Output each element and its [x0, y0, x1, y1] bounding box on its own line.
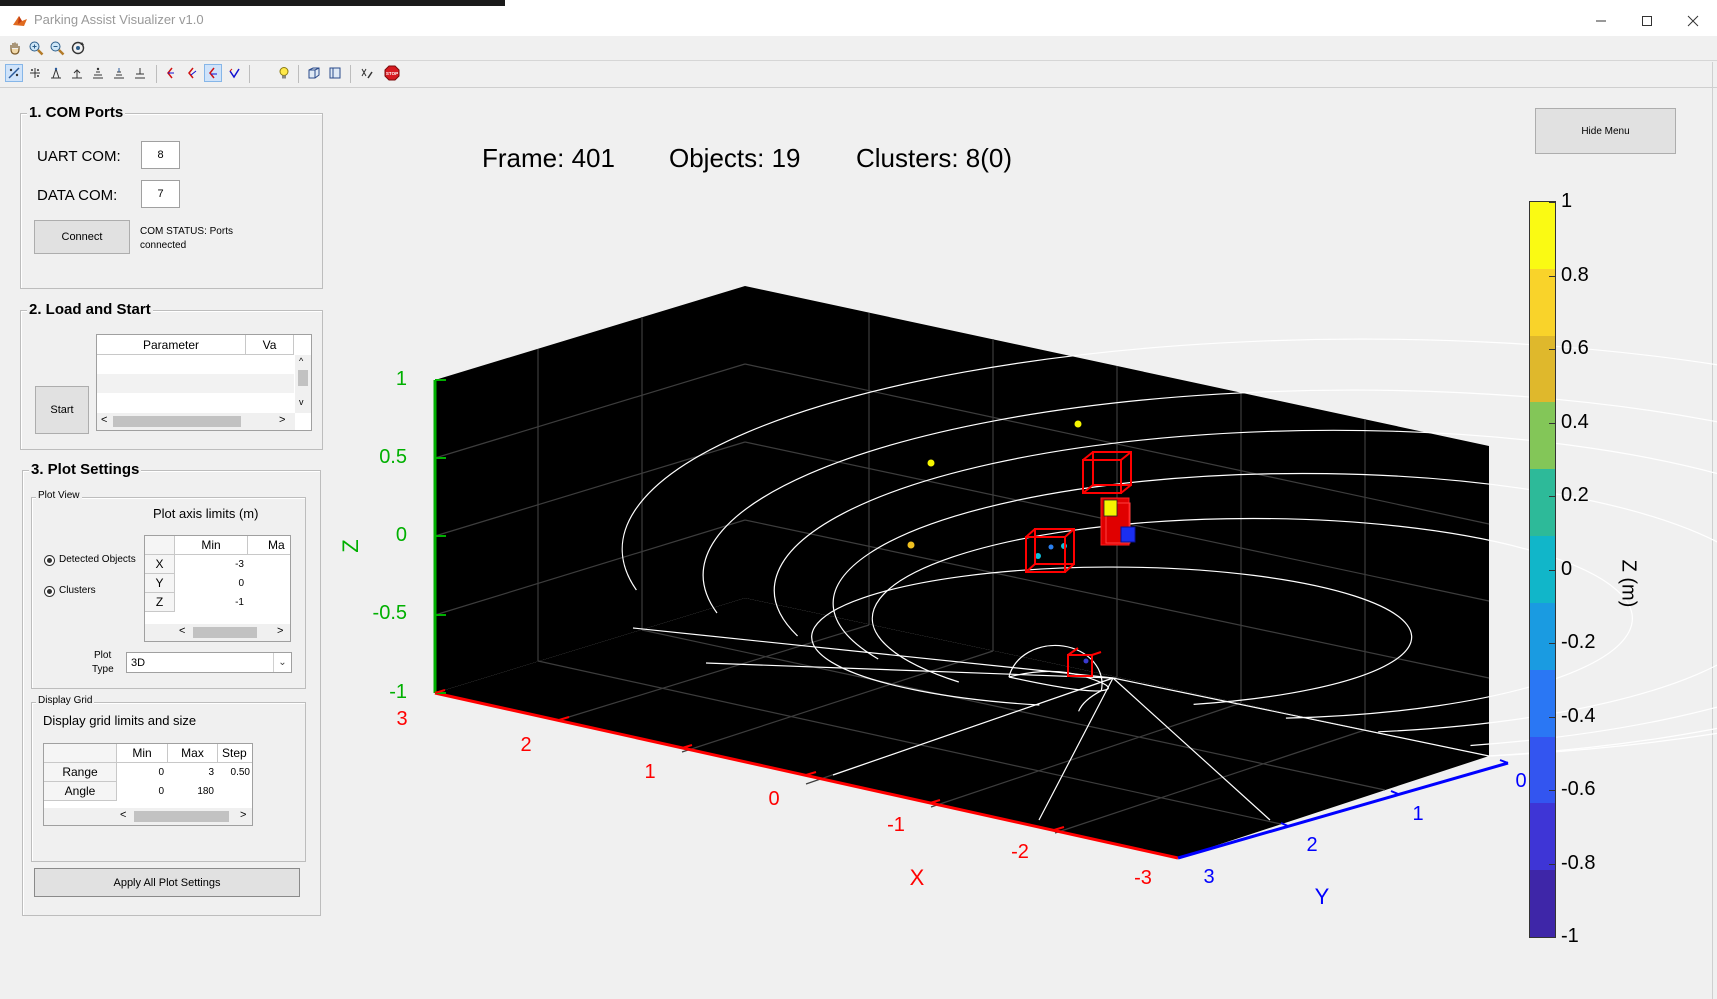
- x-tick-label: 2: [520, 734, 531, 756]
- colorbar-tick-label: 1: [1561, 190, 1573, 212]
- colorbar-tick-label: -0.4: [1561, 704, 1596, 727]
- colorbar-tick-label: 0.2: [1561, 484, 1589, 506]
- colorbar-tick-label: 0.4: [1561, 410, 1589, 433]
- x-tick-label: -1: [887, 814, 905, 836]
- colorbar-tick-label: -0.8: [1561, 851, 1596, 874]
- y-tick-label: 3: [1203, 866, 1214, 888]
- colorbar-band: [1530, 870, 1555, 937]
- z-tick-label: -0.5: [373, 602, 407, 624]
- x-tick-label: 1: [644, 761, 655, 783]
- colorbar-tick: [1549, 937, 1555, 938]
- x-tick-label: 0: [768, 788, 779, 810]
- colorbar-tick: [1549, 275, 1555, 277]
- colorbar-band: [1530, 402, 1555, 470]
- colorbar-tick-label: 0.8: [1561, 263, 1589, 286]
- y-tick-label: 0: [1515, 770, 1526, 792]
- y-tick-label: 1: [1412, 803, 1423, 825]
- colorbar-tick: [1549, 790, 1555, 791]
- y-axis-label: Y: [1315, 884, 1330, 909]
- colorbar-tick-label: 0: [1561, 557, 1573, 580]
- colorbar-label: Z (m): [1617, 559, 1640, 608]
- colorbar-tick: [1549, 569, 1555, 571]
- colorbar-band: [1530, 268, 1555, 336]
- detected-point: [1074, 420, 1082, 428]
- z-axis-label: Z: [338, 539, 363, 552]
- colorbar-tick: [1549, 643, 1555, 644]
- colorbar-band: [1530, 602, 1555, 670]
- x-tick-label: -3: [1134, 867, 1152, 889]
- z-tick-label: 0.5: [379, 446, 407, 468]
- colorbar-band: [1530, 803, 1555, 871]
- detected-point: [927, 459, 935, 467]
- colorbar-tick: [1549, 349, 1555, 350]
- x-tick-label: -2: [1011, 841, 1029, 863]
- z-tick-label: 0: [396, 524, 407, 546]
- colorbar-band: [1530, 469, 1555, 537]
- colorbar-tick: [1549, 422, 1555, 424]
- detected-point: [1083, 658, 1089, 664]
- z-tick-label: 1: [396, 368, 407, 390]
- z-tick-label: -1: [389, 681, 407, 703]
- colorbar-tick-label: -0.2: [1561, 631, 1596, 653]
- colorbar-band: [1530, 736, 1555, 804]
- detected-point: [1048, 544, 1054, 550]
- x-tick-label: 3: [396, 708, 407, 730]
- colorbar-band: [1530, 335, 1555, 403]
- colorbar-tick-label: -1: [1561, 925, 1579, 947]
- cluster-box-4: [1100, 497, 1136, 546]
- radar-3d-plot[interactable]: 1 0.5 0 -0.5 -1 Z 3 2 1 0 -1 -2 -3 X 0 1…: [0, 0, 1717, 999]
- colorbar-band: [1530, 202, 1555, 269]
- x-axis-label: X: [910, 865, 925, 890]
- colorbar-tick: [1549, 716, 1555, 718]
- colorbar-tick: [1549, 863, 1555, 865]
- colorbar-tick: [1549, 496, 1555, 497]
- colorbar-tick-label: 0.6: [1561, 337, 1589, 359]
- detected-point: [907, 541, 915, 549]
- colorbar-tick-label: -0.6: [1561, 778, 1596, 800]
- z-tick-labels: 1 0.5 0 -0.5 -1: [373, 368, 407, 703]
- colorbar-band: [1530, 669, 1555, 737]
- y-tick-label: 2: [1306, 834, 1317, 856]
- colorbar-tick: [1549, 202, 1555, 203]
